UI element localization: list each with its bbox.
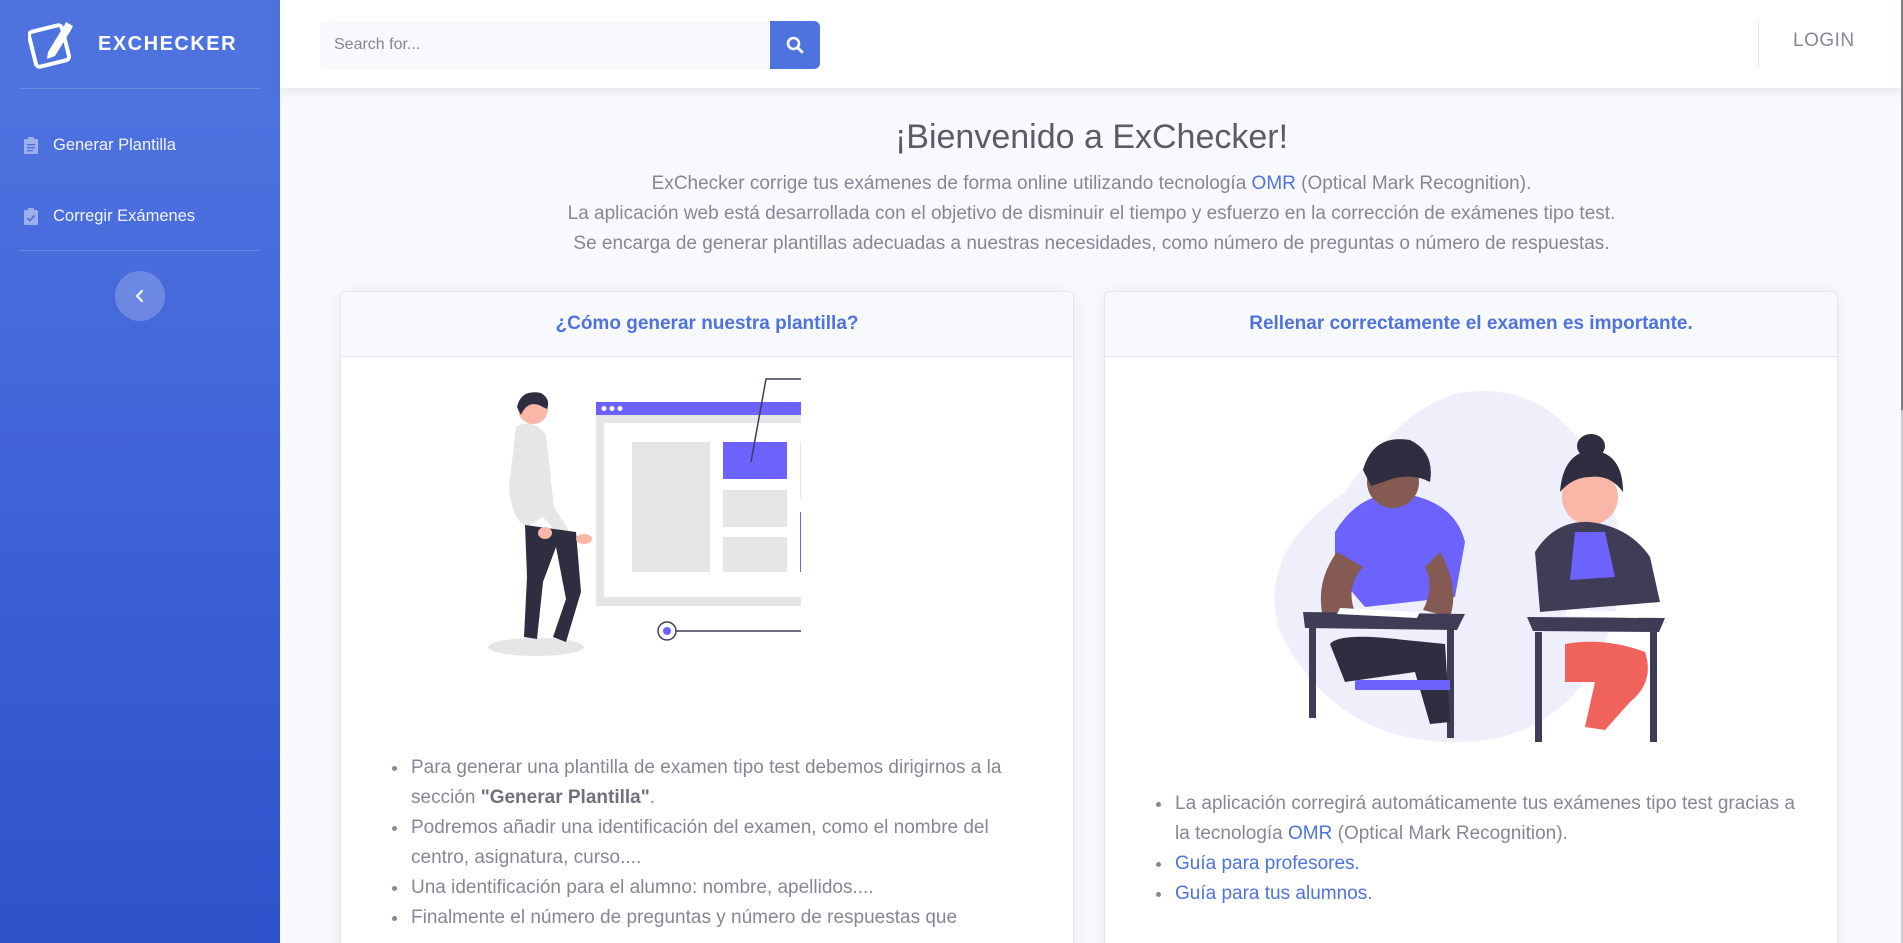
template-illustration <box>488 378 801 656</box>
omr-link[interactable]: OMR <box>1252 173 1296 194</box>
list-item-text: (Optical Mark Recognition). <box>1332 823 1568 844</box>
brand-link[interactable]: EXCHECKER <box>0 0 280 88</box>
search-bar <box>320 21 820 69</box>
list-item-text: . <box>649 787 656 808</box>
list-item: Guía para tus alumnos. <box>1173 879 1809 909</box>
chevron-left-icon <box>135 289 144 303</box>
sidebar-item-label: Generar Plantilla <box>53 135 176 154</box>
search-button[interactable] <box>770 21 820 69</box>
card-title: Rellenar correctamente el examen es impo… <box>1105 292 1837 357</box>
intro-line-1: ExChecker corrige tus exámenes de forma … <box>280 173 1903 195</box>
login-link[interactable]: LOGIN <box>1793 30 1855 52</box>
card-fill-exam: Rellenar correctamente el examen es impo… <box>1104 291 1838 943</box>
sidebar-toggle-button[interactable] <box>115 271 165 321</box>
instructions-list: Para generar una plantilla de examen tip… <box>385 753 1045 933</box>
intro-text: ExChecker corrige tus exámenes de forma … <box>651 173 1252 194</box>
topbar-divider <box>1758 22 1759 68</box>
section-name: "Generar Plantilla" <box>480 787 650 808</box>
intro-line-3: Se encarga de generar plantillas adecuad… <box>573 233 1610 254</box>
intro-line-2: La aplicación web está desarrollada con … <box>567 203 1616 224</box>
teachers-guide-link[interactable]: Guía para profesores. <box>1175 853 1360 874</box>
sidebar: EXCHECKER Generar Plantilla Corregir Exá… <box>0 0 280 943</box>
list-item: Una identificación para el alumno: nombr… <box>409 873 1045 903</box>
omr-link[interactable]: OMR <box>1288 823 1332 844</box>
list-item: Para generar una plantilla de examen tip… <box>409 753 1045 813</box>
sidebar-item-corregir-examenes[interactable]: Corregir Exámenes <box>0 188 280 244</box>
clipboard-check-icon <box>24 207 38 225</box>
intro-text: (Optical Mark Recognition). <box>1295 173 1532 194</box>
sidebar-item-generar-plantilla[interactable]: Generar Plantilla <box>0 117 280 173</box>
search-input[interactable] <box>320 21 770 69</box>
students-guide-link[interactable]: Guía para tus alumnos. <box>1175 883 1373 904</box>
list-item: Guía para profesores. <box>1173 849 1809 879</box>
list-item: La aplicación corregirá automáticamente … <box>1173 789 1809 849</box>
exam-tips-list: La aplicación corregirá automáticamente … <box>1149 789 1809 909</box>
list-item: Podremos añadir una identificación del e… <box>409 813 1045 873</box>
card-generate-template: ¿Cómo generar nuestra plantilla? Para ge… <box>340 291 1074 943</box>
page-title: ¡Bienvenido a ExChecker! <box>894 118 1289 156</box>
sidebar-divider <box>19 88 259 89</box>
list-item: Finalmente el número de preguntas y núme… <box>409 903 1045 933</box>
students-illustration <box>1274 390 1665 742</box>
sidebar-divider <box>19 250 259 251</box>
edit-icon <box>28 22 73 69</box>
topbar: LOGIN <box>280 0 1903 88</box>
sidebar-item-label: Corregir Exámenes <box>53 206 196 225</box>
clipboard-icon <box>24 136 38 154</box>
brand-name: EXCHECKER <box>98 32 238 55</box>
search-icon <box>786 36 804 54</box>
